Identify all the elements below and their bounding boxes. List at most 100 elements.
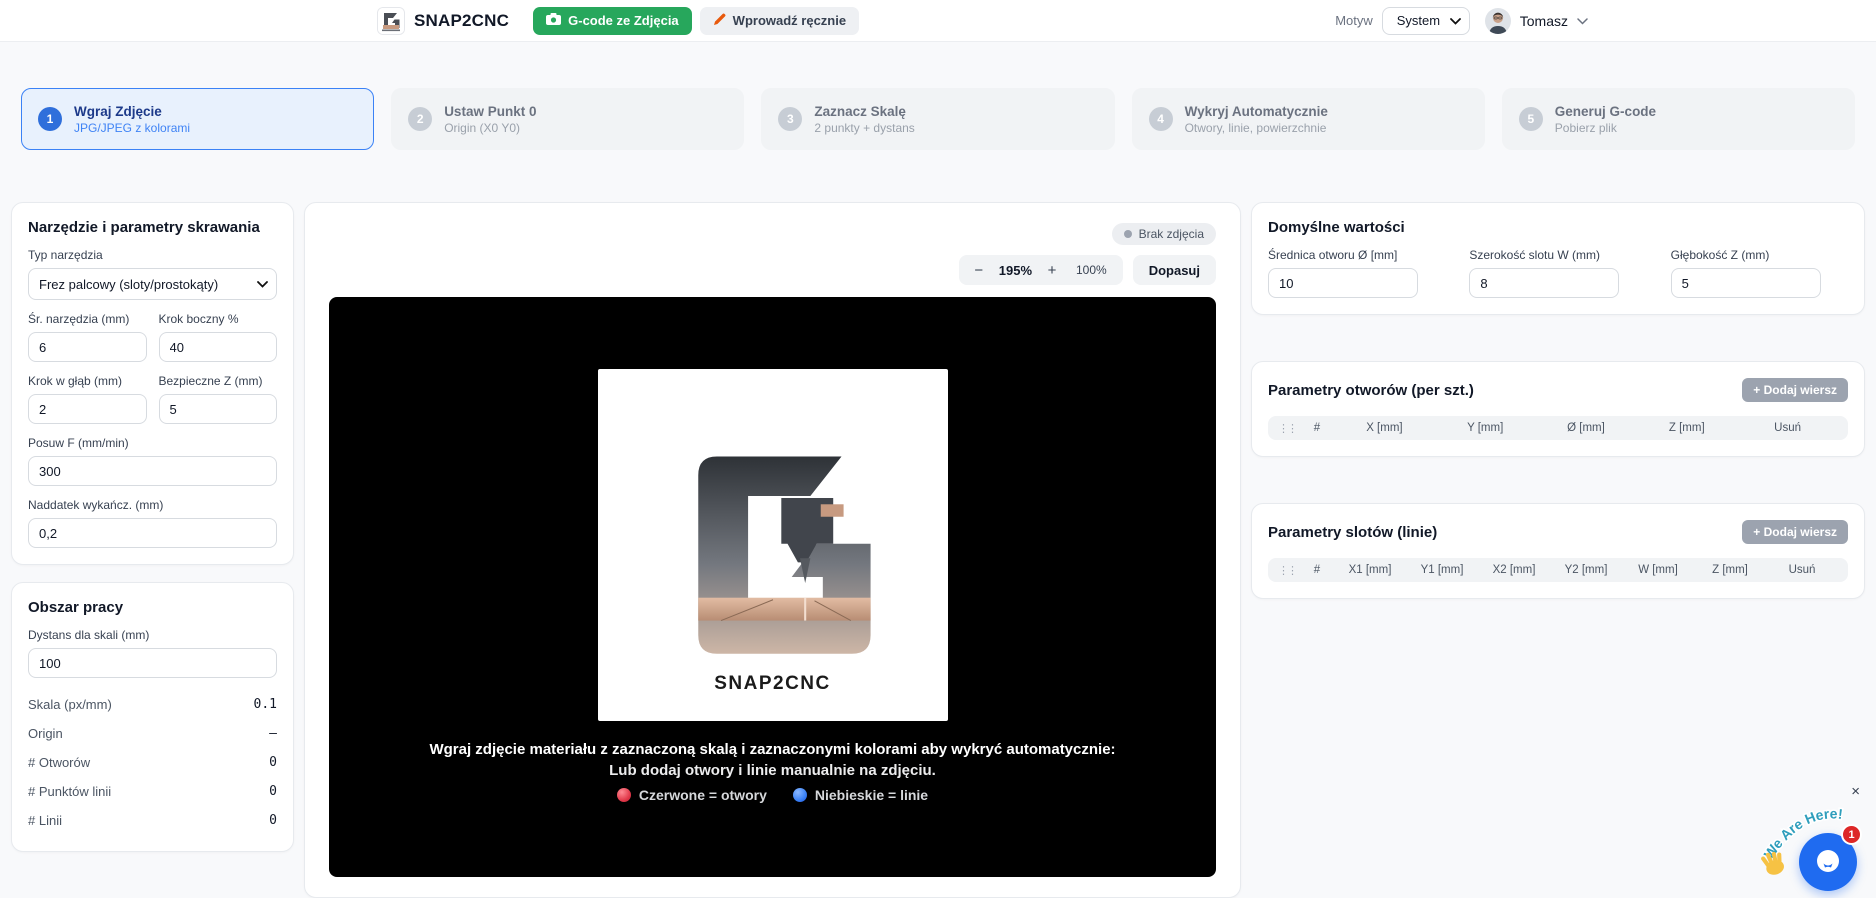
step-title: Wgraj Zdjęcie: [74, 104, 190, 119]
stat-row: Skala (px/mm) 0.1: [28, 690, 277, 719]
logo-graphic: [658, 442, 888, 665]
stat-label: Skala (px/mm): [28, 697, 112, 712]
canvas-panel: Brak zdjęcia − 195% + 100% Dopasuj: [304, 202, 1241, 898]
gcode-photo-button[interactable]: G-code ze Zdjęcia: [533, 7, 692, 35]
field-input[interactable]: [159, 394, 278, 424]
allowance-label: Naddatek wykańcz. (mm): [28, 498, 277, 512]
field-input[interactable]: [159, 332, 278, 362]
add-hole-row-button[interactable]: + Dodaj wiersz: [1742, 378, 1848, 402]
canvas-hint-line1: Wgraj zdjęcie materiału z zaznaczoną ska…: [429, 741, 1115, 758]
fit-button[interactable]: Dopasuj: [1133, 255, 1216, 285]
feed-input[interactable]: [28, 456, 277, 486]
slots-panel: Parametry slotów (linie) + Dodaj wiersz …: [1251, 503, 1865, 599]
step-number: 2: [408, 107, 432, 131]
theme-select[interactable]: System: [1382, 7, 1470, 35]
scale-distance-input[interactable]: [28, 648, 277, 678]
chat-close-icon[interactable]: ×: [1851, 784, 1860, 799]
user-menu-chevron-icon[interactable]: [1577, 12, 1588, 30]
default-field-input[interactable]: [1671, 268, 1821, 298]
defaults-panel: Domyślne wartości Średnica otworu Ø [mm]…: [1251, 202, 1865, 315]
camera-icon: [546, 13, 561, 28]
column-header: Y2 [mm]: [1550, 564, 1622, 576]
stat-value: 0: [269, 784, 277, 799]
step-card[interactable]: 5 Generuj G-code Pobierz plik: [1502, 88, 1855, 150]
holes-panel: Parametry otworów (per szt.) + Dodaj wie…: [1251, 361, 1865, 457]
step-title: Zaznacz Skalę: [814, 104, 914, 119]
slots-title: Parametry slotów (linie): [1268, 524, 1437, 541]
step-card[interactable]: 2 Ustaw Punkt 0 Origin (X0 Y0): [391, 88, 744, 150]
step-card[interactable]: 3 Zaznacz Skalę 2 punkty + dystans: [761, 88, 1114, 150]
default-field-label: Szerokość slotu W (mm): [1469, 248, 1646, 262]
zoom-controls: − 195% + 100%: [959, 255, 1123, 285]
defaults-title: Domyślne wartości: [1268, 219, 1848, 236]
column-header: Ø [mm]: [1536, 422, 1637, 434]
holes-table-header: ⋮⋮ #X [mm]Y [mm]Ø [mm]Z [mm]Usuń: [1268, 416, 1848, 440]
user-name: Tomasz: [1520, 13, 1568, 29]
default-field-input[interactable]: [1469, 268, 1619, 298]
manual-entry-button[interactable]: Wprowadź ręcznie: [700, 7, 859, 35]
tool-panel-title: Narzędzie i parametry skrawania: [28, 219, 277, 236]
step-subtitle: 2 punkty + dystans: [814, 121, 914, 135]
column-header: Z [mm]: [1636, 422, 1737, 434]
column-header: X1 [mm]: [1334, 564, 1406, 576]
column-header: Usuń: [1737, 422, 1838, 434]
column-header: W [mm]: [1622, 564, 1694, 576]
field-input[interactable]: [28, 394, 147, 424]
no-image-badge: Brak zdjęcia: [1112, 223, 1216, 245]
pencil-icon: [713, 13, 726, 29]
zoom-level: 195%: [993, 263, 1038, 278]
column-header: #: [1300, 422, 1334, 434]
header-bar: SNAP2CNC G-code ze Zdjęcia Wprowadź ręcz…: [0, 0, 1876, 42]
column-header: Z [mm]: [1694, 564, 1766, 576]
allowance-input[interactable]: [28, 518, 277, 548]
field-label: Bezpieczne Z (mm): [159, 374, 278, 388]
step-title: Ustaw Punkt 0: [444, 104, 536, 119]
add-slot-row-button[interactable]: + Dodaj wiersz: [1742, 520, 1848, 544]
tool-type-select[interactable]: Frez palcowy (sloty/prostokąty): [28, 268, 277, 300]
feed-label: Posuw F (mm/min): [28, 436, 277, 450]
default-field-label: Głębokość Z (mm): [1671, 248, 1848, 262]
step-subtitle: Pobierz plik: [1555, 121, 1656, 135]
stat-row: Origin –: [28, 719, 277, 748]
drag-handle-icon: ⋮⋮: [1278, 564, 1300, 577]
column-header: X [mm]: [1334, 422, 1435, 434]
step-title: Wykryj Automatycznie: [1185, 104, 1328, 119]
field-input[interactable]: [28, 332, 147, 362]
step-number: 5: [1519, 107, 1543, 131]
app-logo: [378, 8, 404, 34]
column-header: #: [1300, 564, 1334, 576]
column-header: Usuń: [1766, 564, 1838, 576]
drag-handle-icon: ⋮⋮: [1278, 422, 1300, 435]
theme-label: Motyw: [1335, 13, 1373, 28]
step-subtitle: Origin (X0 Y0): [444, 121, 536, 135]
wave-hand-icon: [1758, 848, 1792, 884]
image-canvas[interactable]: SNAP2CNC Wgraj zdjęcie materiału z zazna…: [329, 297, 1216, 877]
step-number: 4: [1149, 107, 1173, 131]
legend-red-label: Czerwone = otwory: [639, 787, 767, 803]
stat-row: # Punktów linii 0: [28, 777, 277, 806]
step-card[interactable]: 1 Wgraj Zdjęcie JPG/JPEG z kolorami: [21, 88, 374, 150]
canvas-hint-line2: Lub dodaj otwory i linie manualnie na zd…: [609, 762, 936, 779]
step-card[interactable]: 4 Wykryj Automatycznie Otwory, linie, po…: [1132, 88, 1485, 150]
stat-label: # Linii: [28, 813, 62, 828]
stat-row: # Otworów 0: [28, 748, 277, 777]
user-avatar[interactable]: [1485, 8, 1511, 34]
status-dot-icon: [1124, 230, 1132, 238]
slots-table-header: ⋮⋮ #X1 [mm]Y1 [mm]X2 [mm]Y2 [mm]W [mm]Z …: [1268, 558, 1848, 582]
tool-type-label: Typ narzędzia: [28, 248, 277, 262]
stat-value: 0.1: [254, 697, 277, 712]
zoom-reset-button[interactable]: 100%: [1066, 263, 1117, 277]
placeholder-logo-card: SNAP2CNC: [598, 369, 948, 721]
field-label: Krok boczny %: [159, 312, 278, 326]
zoom-out-button[interactable]: −: [965, 255, 993, 285]
zoom-in-button[interactable]: +: [1038, 255, 1066, 285]
step-subtitle: Otwory, linie, powierzchnie: [1185, 121, 1328, 135]
blue-dot-icon: [793, 788, 807, 802]
default-field-input[interactable]: [1268, 268, 1418, 298]
column-header: Y [mm]: [1435, 422, 1536, 434]
chat-notification-badge: 1: [1841, 824, 1862, 845]
red-dot-icon: [617, 788, 631, 802]
stat-label: # Punktów linii: [28, 784, 111, 799]
logo-caption: SNAP2CNC: [714, 673, 831, 695]
step-subtitle: JPG/JPEG z kolorami: [74, 121, 190, 135]
